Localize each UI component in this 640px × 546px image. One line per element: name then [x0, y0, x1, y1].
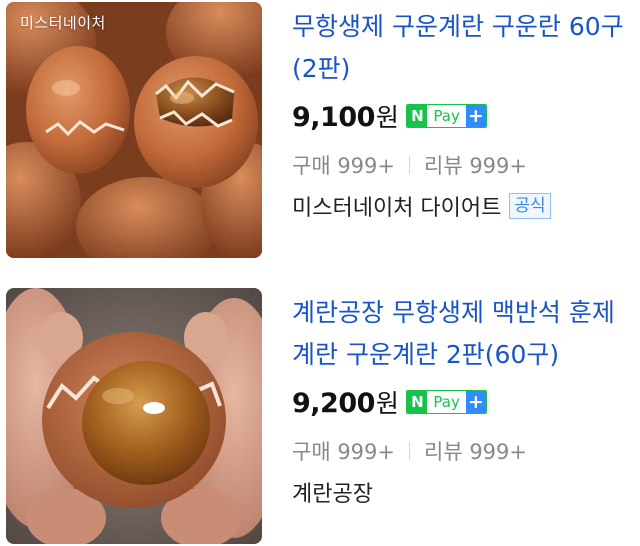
- pay-label: Pay: [427, 391, 466, 413]
- naver-pay-badge[interactable]: N Pay +: [406, 390, 487, 414]
- pay-label: Pay: [427, 105, 466, 127]
- stats-divider: [409, 156, 410, 174]
- product-card: 계란공장 무항생제 맥반석 훈제계란 구운계란 2판(60구) 9,200원 N…: [0, 286, 640, 546]
- product-title-link[interactable]: 무항생제 구운계란 구운란 60구(2판): [292, 6, 632, 90]
- image-watermark: 미스터네이처: [20, 14, 106, 32]
- product-price: 9,100원: [292, 102, 399, 133]
- product-info: 무항생제 구운계란 구운란 60구(2판) 9,100원 N Pay + 구매 …: [292, 6, 632, 222]
- naver-n-icon: N: [407, 391, 428, 413]
- plus-icon: +: [465, 105, 486, 127]
- seller-name-link[interactable]: 계란공장: [292, 476, 373, 508]
- product-list: 미스터네이처 무항생제 구운계란 구운란 60구(2판) 9,100원 N Pa…: [0, 0, 640, 546]
- price-row: 9,200원 N Pay +: [292, 382, 632, 422]
- product-price: 9,200원: [292, 388, 399, 419]
- roasted-eggs-photo: [6, 2, 262, 258]
- purchase-count: 구매 999+: [292, 440, 395, 464]
- price-row: 9,100원 N Pay +: [292, 96, 632, 136]
- product-stats: 구매 999+ 리뷰 999+: [292, 150, 632, 180]
- naver-pay-badge[interactable]: N Pay +: [406, 104, 487, 128]
- smoked-egg-photo: [6, 288, 262, 544]
- product-info: 계란공장 무항생제 맥반석 훈제계란 구운계란 2판(60구) 9,200원 N…: [292, 292, 632, 508]
- product-stats: 구매 999+ 리뷰 999+: [292, 436, 632, 466]
- review-count-link[interactable]: 리뷰 999+: [424, 436, 527, 466]
- official-badge: 공식: [509, 193, 551, 219]
- product-card: 미스터네이처 무항생제 구운계란 구운란 60구(2판) 9,100원 N Pa…: [0, 0, 640, 262]
- plus-icon: +: [465, 391, 486, 413]
- product-image[interactable]: [6, 288, 262, 544]
- seller-row: 미스터네이처 다이어트 공식: [292, 190, 632, 222]
- naver-n-icon: N: [407, 105, 428, 127]
- stats-divider: [409, 442, 410, 460]
- review-count-link[interactable]: 리뷰 999+: [424, 150, 527, 180]
- product-title-link[interactable]: 계란공장 무항생제 맥반석 훈제계란 구운계란 2판(60구): [292, 292, 632, 376]
- seller-row: 계란공장: [292, 476, 632, 508]
- purchase-count: 구매 999+: [292, 154, 395, 178]
- seller-name-link[interactable]: 미스터네이처 다이어트: [292, 190, 501, 222]
- product-image[interactable]: 미스터네이처: [6, 2, 262, 258]
